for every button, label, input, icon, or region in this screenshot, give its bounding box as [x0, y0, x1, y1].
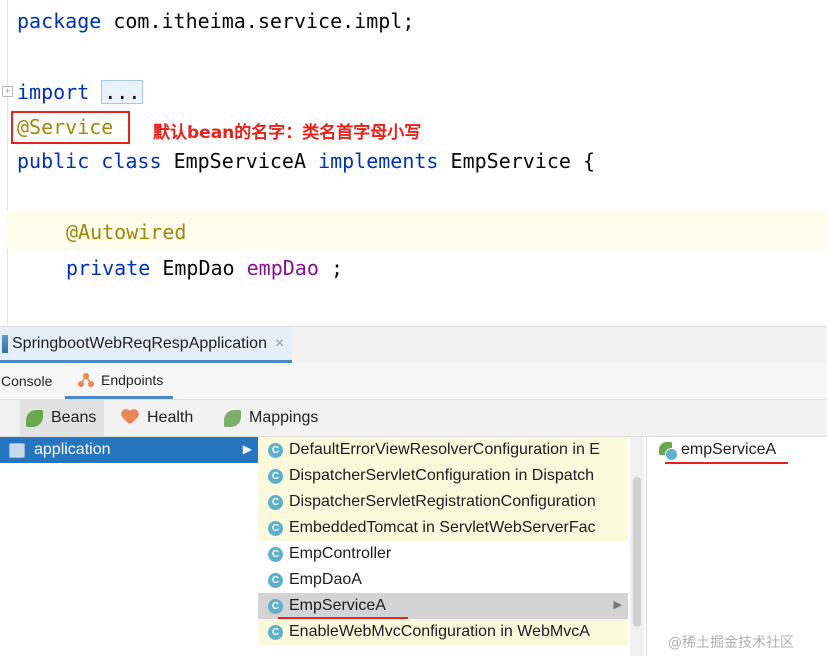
folder-icon — [9, 442, 25, 458]
class-icon: C — [268, 572, 283, 588]
keyword-class: class — [101, 149, 162, 173]
list-item[interactable]: C EnableWebMvcConfiguration in WebMvcA — [258, 619, 628, 645]
list-item-label: EmbeddedTomcat in ServletWebServerFac — [289, 519, 596, 536]
field-name: empDao — [246, 256, 319, 280]
list-item[interactable]: C DispatcherServletConfiguration in Disp… — [258, 463, 628, 489]
list-item[interactable]: C DispatcherServletRegistrationConfigura… — [258, 489, 628, 515]
list-item-label: DefaultErrorViewResolverConfiguration in… — [289, 441, 600, 458]
red-underline — [278, 617, 408, 619]
list-item[interactable]: C DefaultErrorViewResolverConfiguration … — [258, 437, 628, 463]
fold-expand-icon[interactable]: + — [2, 86, 13, 97]
endpoint-tabbar: Beans Health Mappings — [0, 400, 827, 437]
scrollbar-thumb[interactable] — [633, 477, 641, 627]
folded-imports[interactable]: ... — [101, 80, 144, 104]
context-item-application[interactable]: application ▶ — [0, 437, 258, 463]
expand-arrow-icon: ▶ — [242, 442, 252, 456]
class-name: EmpServiceA — [173, 149, 307, 173]
context-item-label: application — [34, 441, 111, 458]
list-item-selected[interactable]: C EmpServiceA ▶ — [258, 593, 628, 619]
keyword-private: private — [66, 256, 151, 280]
class-icon: C — [268, 442, 283, 458]
spring-bean-icon — [659, 441, 678, 461]
red-underline — [665, 462, 788, 464]
keyword-import: import — [17, 80, 90, 104]
semicolon: ; — [330, 256, 343, 280]
class-icon: C — [268, 546, 283, 562]
class-icon: C — [268, 520, 283, 536]
bean-detail-panel: empServiceA — [647, 437, 827, 656]
tab-endpoints-label: Endpoints — [101, 371, 164, 388]
tab-health-label: Health — [147, 409, 194, 426]
context-list: application ▶ — [0, 437, 259, 656]
open-brace: { — [583, 149, 596, 173]
class-icon: C — [268, 494, 283, 510]
tab-beans[interactable]: Beans — [20, 400, 104, 436]
code-line-package: package com.itheima.service.impl; — [17, 8, 414, 34]
list-item[interactable]: C EmbeddedTomcat in ServletWebServerFac — [258, 515, 628, 541]
console-endpoints-tabbar: Console Endpoints — [0, 363, 827, 400]
code-line-class-declaration: public class EmpServiceA implements EmpS… — [17, 148, 595, 174]
health-heart-icon — [121, 410, 139, 426]
code-editor[interactable]: package com.itheima.service.impl; + impo… — [0, 0, 827, 325]
mappings-leaf-icon — [224, 409, 241, 427]
run-config-tab[interactable]: SpringbootWebReqRespApplication × — [0, 327, 293, 363]
list-item-label: EmpController — [289, 545, 392, 562]
bean-name-note: 默认bean的名字：类名首字母小写 — [153, 123, 422, 143]
watermark: @稀土掘金技术社区 — [668, 635, 794, 651]
class-icon: C — [268, 598, 283, 614]
close-icon[interactable]: × — [275, 335, 284, 353]
class-icon: C — [268, 624, 283, 640]
tab-mappings[interactable]: Mappings — [218, 400, 333, 436]
list-item-label: EmpDaoA — [289, 571, 362, 588]
tab-endpoints[interactable]: Endpoints — [65, 363, 173, 399]
bean-result-label: empServiceA — [681, 441, 777, 458]
bean-list: C DefaultErrorViewResolverConfiguration … — [258, 437, 647, 656]
tab-beans-label: Beans — [51, 409, 97, 426]
tab-console-label: Console — [1, 373, 53, 389]
scrollbar[interactable] — [630, 437, 644, 656]
list-item-label: EnableWebMvcConfiguration in WebMvcA — [289, 623, 590, 640]
run-config-label: SpringbootWebReqRespApplication — [12, 334, 267, 352]
code-line-autowired: @Autowired — [66, 219, 186, 245]
tab-mappings-label: Mappings — [249, 409, 319, 426]
expand-arrow-icon: ▶ — [613, 599, 622, 611]
run-config-icon — [2, 334, 8, 353]
keyword-implements: implements — [318, 149, 439, 173]
tab-console[interactable]: Console — [1, 363, 56, 399]
list-item-label: EmpServiceA — [289, 597, 386, 614]
bean-result-item[interactable]: empServiceA — [659, 441, 777, 461]
editor-gutter — [7, 0, 8, 325]
autowired-annotation: @Autowired — [66, 220, 187, 244]
interface-name: EmpService — [450, 149, 571, 173]
keyword-package: package — [17, 9, 102, 33]
keyword-public: public — [17, 149, 90, 173]
list-item-label: DispatcherServletConfiguration in Dispat… — [289, 467, 595, 484]
run-tool-tabbar: SpringbootWebReqRespApplication × — [0, 326, 827, 364]
list-item-label: DispatcherServletRegistrationConfigurati… — [289, 493, 596, 510]
annotation-highlight-box — [11, 111, 130, 144]
list-item[interactable]: C EmpDaoA — [258, 567, 628, 593]
list-item[interactable]: C EmpController — [258, 541, 628, 567]
code-line-import: import... — [17, 79, 144, 105]
tab-health[interactable]: Health — [115, 400, 210, 436]
class-icon: C — [268, 468, 283, 484]
package-name: com.itheima.service.impl; — [101, 9, 415, 33]
code-line-field: private EmpDao empDao ; — [66, 255, 343, 281]
beans-leaf-icon — [26, 409, 43, 427]
field-type: EmpDao — [162, 256, 235, 280]
endpoints-icon — [78, 372, 94, 387]
